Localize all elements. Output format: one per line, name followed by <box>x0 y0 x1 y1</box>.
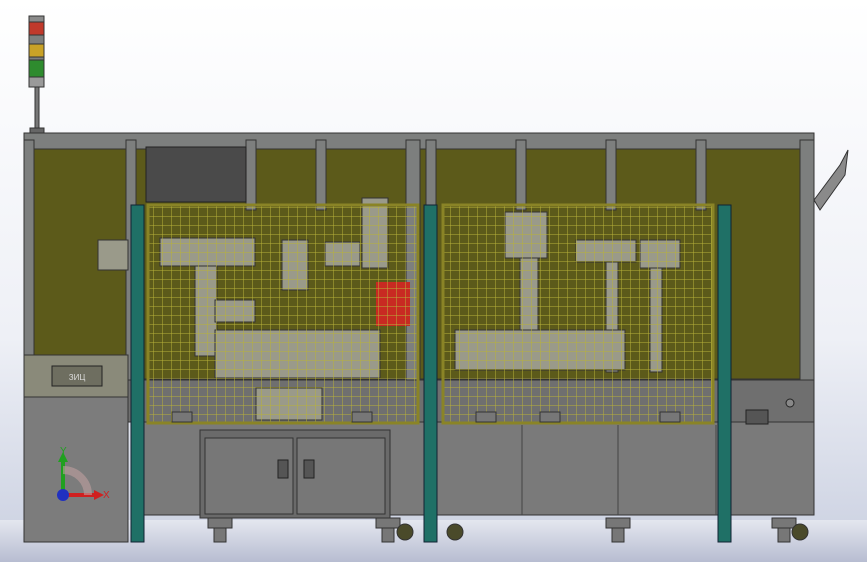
machine-drawing: ЗИЦ Y X <box>0 15 867 562</box>
tower-light-yellow <box>28 43 45 58</box>
tower-light-red <box>28 21 45 36</box>
safety-guard-left <box>146 203 420 425</box>
safety-guard-right <box>441 203 715 425</box>
cad-viewport[interactable]: ЗИЦ Y X <box>0 0 867 562</box>
control-box-label: ЗИЦ <box>69 373 86 382</box>
tower-light-green <box>28 59 45 78</box>
y-axis-label: Y <box>60 446 67 457</box>
signal-tower <box>28 15 45 134</box>
top-monitor <box>145 146 247 203</box>
z-axis-dot <box>57 489 69 501</box>
x-axis-label: X <box>103 490 110 501</box>
